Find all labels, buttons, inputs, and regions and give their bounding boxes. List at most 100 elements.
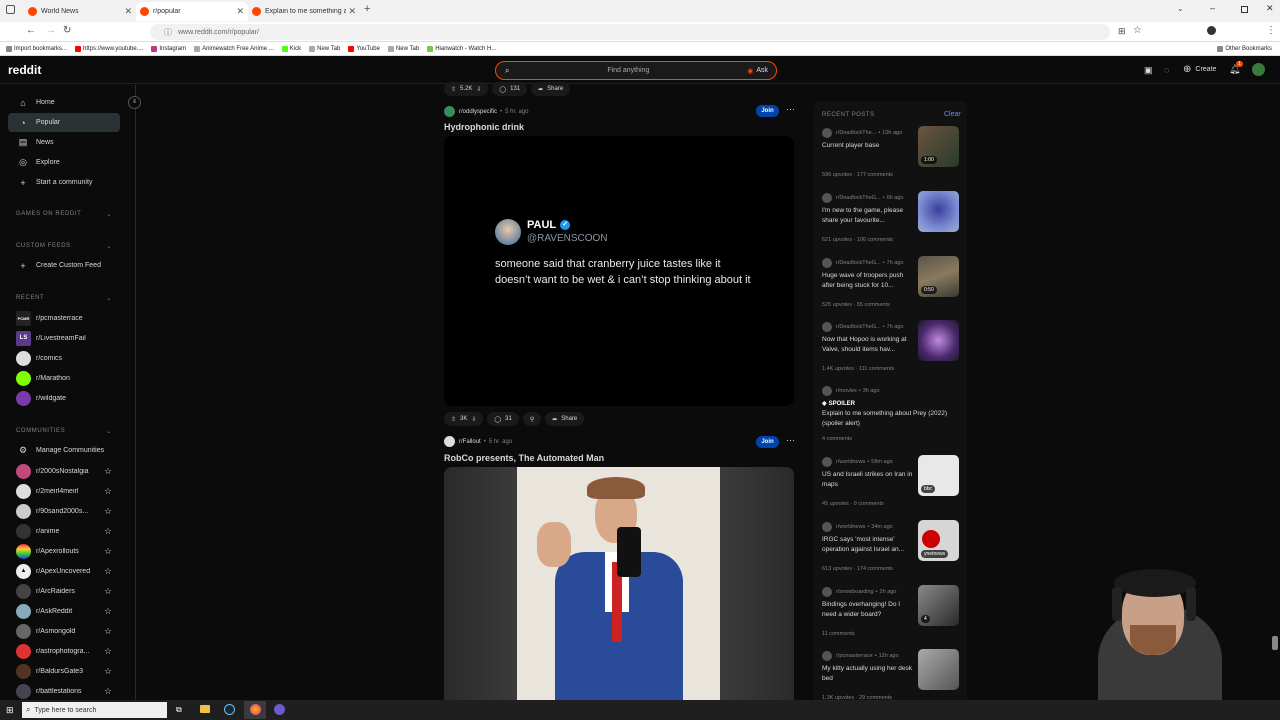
bookmark-item[interactable]: Instagram <box>151 45 186 52</box>
star-icon[interactable]: ☆ <box>104 666 112 677</box>
community-item[interactable]: r/BaldursGate3 ☆ <box>16 661 112 681</box>
star-icon[interactable]: ☆ <box>104 566 112 577</box>
taskbar-search-input[interactable]: ⌕ Type here to search <box>22 702 167 718</box>
tab-list-chevron-icon[interactable]: ⌄ <box>1177 4 1184 13</box>
recent-post-item[interactable]: r/worldnews • 34m ago IRGC says 'most inte… <box>822 520 962 572</box>
sidebar-toggle-icon[interactable] <box>6 5 15 14</box>
create-button[interactable]: ⊕ Create <box>1183 64 1216 75</box>
bookmark-item[interactable]: New Tab <box>387 45 419 52</box>
recent-community-item[interactable]: PCMR r/pcmasterrace <box>16 308 112 328</box>
url-field[interactable]: ⓘ www.reddit.com/r/popular/ <box>150 24 1110 40</box>
advertise-icon[interactable]: ▣ <box>1144 65 1153 76</box>
avatar[interactable] <box>1252 63 1265 76</box>
community-item[interactable]: r/anime ☆ <box>16 521 112 541</box>
community-item[interactable]: r/battlestations ☆ <box>16 681 112 701</box>
nav-start-community[interactable]: + Start a community <box>8 173 120 192</box>
recent-community-item[interactable]: r/comics <box>16 348 112 368</box>
upvote-icon[interactable]: ⇧ <box>451 86 456 93</box>
recent-post-item[interactable]: r/worldnews • 58m ago US and Israeli strik… <box>822 455 962 507</box>
new-tab-button[interactable]: + <box>364 3 370 15</box>
community-item[interactable]: r/2000sNostalgia ☆ <box>16 461 112 481</box>
star-icon[interactable]: ☆ <box>104 586 112 597</box>
bookmark-item[interactable]: https://www.youtube.... <box>75 45 143 52</box>
community-item[interactable]: r/ArcRaiders ☆ <box>16 581 112 601</box>
star-icon[interactable]: ☆ <box>104 486 112 497</box>
recent-post-item[interactable]: r/pcmasterrace • 12h ago My kitty actually… <box>822 649 962 701</box>
post-title[interactable]: RobCo presents, The Automated Man <box>444 453 604 463</box>
upvote-icon[interactable]: ⇧ <box>451 416 456 423</box>
vote-control[interactable]: ⇧ 5.2K ⇩ <box>444 82 489 96</box>
recent-post-item[interactable]: r/DeadlockTheG... • 7h ago Huge wave of tr… <box>822 256 962 308</box>
steam-icon[interactable] <box>224 704 235 715</box>
bookmark-item[interactable]: Import bookmarks... <box>6 45 67 52</box>
other-bookmarks[interactable]: Other Bookmarks <box>1217 45 1272 52</box>
post-media[interactable] <box>444 467 794 700</box>
forward-icon[interactable]: → <box>46 25 56 36</box>
clear-recent-button[interactable]: Clear <box>944 111 961 118</box>
recent-post-item[interactable]: r/snowboarding • 2h ago Bindings overhangi… <box>822 585 962 637</box>
nav-home[interactable]: ⌂ Home <box>8 93 120 112</box>
search-input[interactable]: Find anything <box>509 67 747 74</box>
obs-icon[interactable] <box>274 704 285 715</box>
more-options-icon[interactable]: ⋯ <box>786 435 795 446</box>
bookmark-item[interactable]: Animewatch Free Anime ... <box>194 45 274 52</box>
search-bar[interactable]: ⌕ Find anything ◉ Ask <box>495 61 777 80</box>
bookmark-item[interactable]: Hianwatch - Watch H... <box>427 45 496 52</box>
vote-control[interactable]: ⇧ 3K ⇩ <box>444 412 484 426</box>
community-item[interactable]: r/2meirl4meirl ☆ <box>16 481 112 501</box>
reddit-logo[interactable]: reddit <box>8 63 41 77</box>
join-button[interactable]: Join <box>756 105 779 117</box>
minimize-button[interactable]: – <box>1210 3 1215 13</box>
create-custom-feed[interactable]: + Create Custom Feed <box>8 256 120 275</box>
section-recent[interactable]: RECENT ⌄ <box>16 295 112 302</box>
recent-community-item[interactable]: LS r/LivestreamFail <box>16 328 112 348</box>
maximize-button[interactable] <box>1241 6 1248 13</box>
tab-world-news[interactable]: World News ✕ <box>24 2 136 21</box>
ask-button[interactable]: ◉ Ask <box>747 67 768 75</box>
star-icon[interactable]: ☆ <box>104 646 112 657</box>
nav-popular[interactable]: ◔ Popular <box>8 113 120 132</box>
bookmark-star-icon[interactable]: ☆ <box>1133 25 1142 36</box>
nav-news[interactable]: ▤ News <box>8 133 120 152</box>
post-title[interactable]: Hydrophonic drink <box>444 122 524 132</box>
comments-button[interactable]: ◯ 31 <box>487 412 519 426</box>
award-button[interactable]: ⚲ <box>522 412 542 426</box>
bookmark-item[interactable]: Kick <box>281 45 301 52</box>
share-button[interactable]: ➦ Share <box>531 82 571 96</box>
star-icon[interactable]: ☆ <box>104 546 112 557</box>
star-icon[interactable]: ☆ <box>104 626 112 637</box>
community-item[interactable]: r/AskReddit ☆ <box>16 601 112 621</box>
downvote-icon[interactable]: ⇩ <box>476 86 481 93</box>
section-communities[interactable]: COMMUNITIES ⌄ <box>16 428 112 435</box>
recent-post-item[interactable]: r/DeadlockThe... • 10h ago Current player … <box>822 126 962 178</box>
file-explorer-icon[interactable] <box>200 705 210 713</box>
star-icon[interactable]: ☆ <box>104 466 112 477</box>
close-tab-icon[interactable]: ✕ <box>236 6 244 17</box>
downvote-icon[interactable]: ⇩ <box>471 416 476 423</box>
account-icon[interactable] <box>1207 26 1216 35</box>
recent-post-item[interactable]: r/movies • 3h ago ◆ SPOILER Explain to me s… <box>822 386 962 442</box>
reload-icon[interactable]: ↻ <box>63 25 71 36</box>
manage-communities[interactable]: ⚙ Manage Communities <box>8 441 120 460</box>
more-options-icon[interactable]: ⋯ <box>786 104 795 115</box>
share-button[interactable]: ➦ Share <box>545 412 585 426</box>
tab-explain[interactable]: Explain to me something about ✕ <box>248 2 360 21</box>
join-button[interactable]: Join <box>756 436 779 448</box>
menu-icon[interactable]: ⋮ <box>1266 25 1276 36</box>
section-games[interactable]: GAMES ON REDDIT ⌄ <box>16 211 112 218</box>
nav-explore[interactable]: ◎ Explore <box>8 153 120 172</box>
site-info-icon[interactable]: ⓘ <box>164 27 172 38</box>
extensions-icon[interactable]: ⊞ <box>1118 26 1126 37</box>
recent-community-item[interactable]: r/Marathon <box>16 368 112 388</box>
bookmark-item[interactable]: New Tab <box>309 45 340 52</box>
subreddit-link[interactable]: r/oddlyspecific <box>459 109 497 115</box>
close-tab-icon[interactable]: ✕ <box>348 6 356 17</box>
close-window-button[interactable]: ✕ <box>1266 3 1274 14</box>
bookmark-item[interactable]: YouTube <box>348 45 380 52</box>
comments-button[interactable]: ◯ 131 <box>492 82 528 96</box>
subreddit-link[interactable]: r/Fallout <box>459 439 481 445</box>
tab-popular[interactable]: r/popular ✕ <box>136 2 248 21</box>
windows-start-icon[interactable]: ⊞ <box>6 705 14 716</box>
community-item[interactable]: ▲ r/ApexUncovered ☆ <box>16 561 112 581</box>
recent-post-item[interactable]: r/DeadlockTheG... • 6h ago I'm new to the … <box>822 191 962 243</box>
